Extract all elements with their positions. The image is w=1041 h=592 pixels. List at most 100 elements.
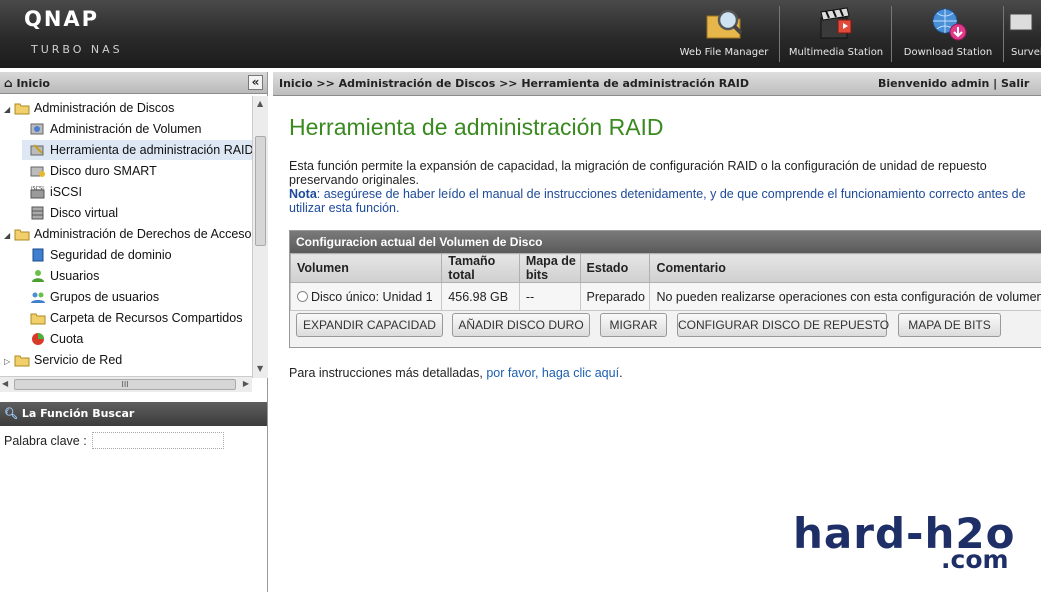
note-text: Nota: asegúrese de haber leído el manual… <box>289 187 1041 215</box>
web-file-manager-button[interactable]: Web File Manager <box>668 0 780 68</box>
note-body: : asegúrese de haber leído el manual de … <box>289 187 1026 215</box>
tree-label: Administración de Discos <box>34 101 175 115</box>
logo-subtitle: TURBO NAS <box>31 43 123 56</box>
user-group-icon <box>31 292 45 303</box>
tree-item-access-rights[interactable]: ◢ Administración de Derechos de Acceso <box>4 224 251 244</box>
tree-item-iscsi[interactable]: iSCSI iSCSI <box>30 182 82 202</box>
tree-item-raid-tool[interactable]: Herramienta de administración RAID <box>22 140 254 160</box>
search-panel-header: 🔍︎ La Función Buscar <box>0 402 267 426</box>
domain-book-icon <box>32 248 44 262</box>
column-header: Mapa de bits <box>518 253 581 283</box>
tree-item-volume-management[interactable]: Administración de Volumen <box>30 119 201 139</box>
tree-item-domain-security[interactable]: Seguridad de dominio <box>30 245 172 265</box>
bitmap-button[interactable]: MAPA DE BITS <box>898 313 1001 337</box>
page-description: Esta función permite la expansión de cap… <box>289 159 987 187</box>
tree-label: Carpeta de Recursos Compartidos <box>50 311 243 325</box>
tree-label: Herramienta de administración RAID <box>50 143 254 157</box>
table-header-row: Volumen Tamaño total Mapa de bits Estado… <box>289 253 1041 283</box>
tree-vertical-scrollbar[interactable]: ▲ ▼ <box>252 96 268 378</box>
expand-capacity-button[interactable]: EXPANDIR CAPACIDAD <box>296 313 443 337</box>
tree-horizontal-scrollbar[interactable]: ◀ III ▶ <box>0 376 252 392</box>
raid-tool-icon <box>30 144 44 156</box>
camera-icon <box>1009 13 1033 31</box>
tree-label: Seguridad de dominio <box>50 248 172 262</box>
search-icon: 🔍︎ <box>4 407 18 420</box>
sidebar-header: ⌂ Inicio « <box>0 72 267 94</box>
iscsi-icon: iSCSI <box>30 186 45 199</box>
tree-label: Disco virtual <box>50 206 119 220</box>
keyword-label: Palabra clave : <box>4 434 87 448</box>
instructions-text: Para instrucciones más detalladas, <box>289 366 487 380</box>
tree-label: Grupos de usuarios <box>50 290 160 304</box>
navigation-tree: ◢ Administración de Discos Administración… <box>0 96 254 378</box>
collapse-sidebar-button[interactable]: « <box>248 75 263 90</box>
collapsed-arrow-icon[interactable]: ▷ <box>4 352 14 372</box>
tree-label: Cuota <box>50 332 84 346</box>
scroll-right-icon[interactable]: ▶ <box>243 379 249 388</box>
top-header: QNAP TURBO NAS Web File Manager Multimed… <box>0 0 1041 68</box>
search-panel-title: La Función Buscar <box>21 407 135 420</box>
virtual-disk-icon <box>31 206 44 220</box>
volume-name: Disco único: Unidad 1 <box>311 289 433 304</box>
left-panel: ⌂ Inicio « ◢ Administración de Discos Adm… <box>0 72 268 592</box>
search-row: Palabra clave : <box>4 432 224 449</box>
folder-magnifier-icon <box>706 9 743 39</box>
tree-item-network-service[interactable]: ▷ Servicio de Red <box>4 350 122 370</box>
tree-item-shared-folders[interactable]: Carpeta de Recursos Compartidos <box>30 308 242 328</box>
watermark-domain: .com <box>941 545 1009 574</box>
tree-label: Administración de Volumen <box>50 122 202 136</box>
scroll-left-icon[interactable]: ◀ <box>2 379 8 388</box>
comment-cell: No pueden realizarse operaciones con est… <box>649 282 1041 311</box>
multimedia-station-button[interactable]: Multimedia Station <box>780 0 892 68</box>
folder-icon <box>14 229 30 241</box>
tree-label: Administración de Derechos de Acceso <box>34 227 252 241</box>
tree-item-quota[interactable]: Cuota <box>30 329 83 349</box>
download-station-button[interactable]: Download Station <box>892 0 1004 68</box>
volume-radio[interactable] <box>297 290 308 302</box>
size-cell: 456.98 GB <box>441 282 520 311</box>
add-hard-drive-button[interactable]: AÑADIR DISCO DURO <box>452 313 590 337</box>
migrate-button[interactable]: MIGRAR <box>600 313 667 337</box>
volume-config-panel: Configuracion actual del Volumen de Disc… <box>289 230 1041 348</box>
main-content: Herramienta de administración RAID Esta … <box>273 96 1041 592</box>
tree-item-disk-management[interactable]: ◢ Administración de Discos <box>4 98 174 118</box>
tree-label: Disco duro SMART <box>50 164 157 178</box>
tree-item-user-groups[interactable]: Grupos de usuarios <box>30 287 159 307</box>
scroll-down-icon[interactable]: ▼ <box>257 364 263 373</box>
scrollbar-thumb[interactable]: III <box>14 379 236 390</box>
tree-item-virtual-disk[interactable]: Disco virtual <box>30 203 118 223</box>
panel-title: Configuracion actual del Volumen de Disc… <box>290 231 1041 253</box>
welcome-logout[interactable]: Bienvenido admin | Salir <box>878 72 1029 96</box>
volume-table: Volumen Tamaño total Mapa de bits Estado… <box>289 253 1041 311</box>
column-header: Tamaño total <box>441 253 520 283</box>
qnap-logo: QNAP <box>24 7 100 31</box>
expand-arrow-icon[interactable]: ◢ <box>4 100 14 120</box>
expand-arrow-icon[interactable]: ◢ <box>4 226 14 246</box>
user-icon <box>32 270 44 282</box>
tree-label: Usuarios <box>50 269 100 283</box>
table-row[interactable]: Disco único: Unidad 1 456.98 GB -- Prepa… <box>289 282 1041 311</box>
keyword-input[interactable] <box>92 432 224 449</box>
shared-folder-icon <box>30 313 46 325</box>
volume-cell[interactable]: Disco único: Unidad 1 <box>289 282 443 311</box>
tree-item-smart[interactable]: Disco duro SMART <box>30 161 157 181</box>
scroll-up-icon[interactable]: ▲ <box>257 99 263 108</box>
column-header: Comentario <box>649 253 1041 283</box>
bitmap-cell: -- <box>518 282 581 311</box>
page-title: Herramienta de administración RAID <box>289 114 664 140</box>
column-header: Volumen <box>289 253 443 283</box>
app-label: Multimedia Station <box>788 47 884 58</box>
status-cell: Preparado <box>579 282 651 311</box>
tree-item-users[interactable]: Usuarios <box>30 266 99 286</box>
breadcrumb[interactable]: Inicio >> Administración de Discos >> He… <box>279 72 749 96</box>
tree-label: Servicio de Red <box>34 353 123 367</box>
home-icon: ⌂ <box>4 76 13 90</box>
note-label: Nota <box>289 187 317 201</box>
instructions-period: . <box>619 366 623 380</box>
configure-spare-disk-button[interactable]: CONFIGURAR DISCO DE REPUESTO <box>677 313 889 337</box>
scrollbar-thumb[interactable] <box>255 136 266 246</box>
surveillance-station-button[interactable]: Survei <box>1004 0 1041 68</box>
breadcrumb-bar: Inicio >> Administración de Discos >> He… <box>273 72 1041 96</box>
app-label: Web File Manager <box>679 47 769 58</box>
instructions-link[interactable]: por favor, haga clic aquí <box>486 366 619 380</box>
